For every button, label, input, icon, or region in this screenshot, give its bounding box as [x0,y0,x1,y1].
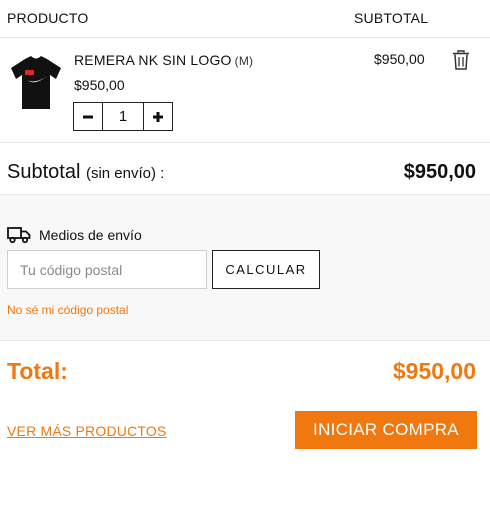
decrease-quantity-button[interactable] [74,103,103,130]
postal-code-input[interactable] [7,250,207,289]
subtotal-label-text: Subtotal [7,161,81,183]
plus-icon [153,111,163,122]
trash-icon[interactable] [452,50,470,70]
minus-icon [83,115,93,118]
quantity-value[interactable]: 1 [103,103,143,130]
total-value: $950,00 [392,358,476,384]
item-unit-price: $950,00 [74,77,125,93]
quantity-stepper: 1 [73,102,173,131]
more-products-link[interactable]: VER MÁS PRODUCTOS [7,423,167,439]
cart-table-header: PRODUCTO SUBTOTAL [0,0,490,38]
item-subtotal: $950,00 [374,51,425,67]
cart-item-row: REMERA NK SIN LOGO (M) $950,00 1 $950,00 [0,39,490,143]
item-name[interactable]: REMERA NK SIN LOGO (M) [74,52,253,68]
start-purchase-button[interactable]: INICIAR COMPRA [295,411,477,449]
subtotal-note: (sin envío) : [85,165,165,182]
shipping-title: Medios de envío [39,227,142,243]
subtotal-label: Subtotal (sin envío) : [7,161,164,184]
calculate-shipping-button[interactable]: CALCULAR [212,250,320,289]
black-tshirt-image[interactable] [7,53,65,113]
item-name-text[interactable]: REMERA NK SIN LOGO [74,52,232,68]
truck-icon [7,227,31,244]
unknown-postal-code-link[interactable]: No sé mi código postal [7,303,128,317]
increase-quantity-button[interactable] [143,103,172,130]
subtotal-value: $950,00 [403,161,476,183]
total-label: Total: [7,358,68,384]
product-column-header: PRODUCTO [7,10,89,26]
subtotal-row: Subtotal (sin envío) : $950,00 [0,143,490,195]
shipping-section: Medios de envío CALCULAR No sé mi código… [0,195,490,341]
subtotal-column-header: SUBTOTAL [354,10,429,26]
item-variant: (M) [234,54,254,68]
